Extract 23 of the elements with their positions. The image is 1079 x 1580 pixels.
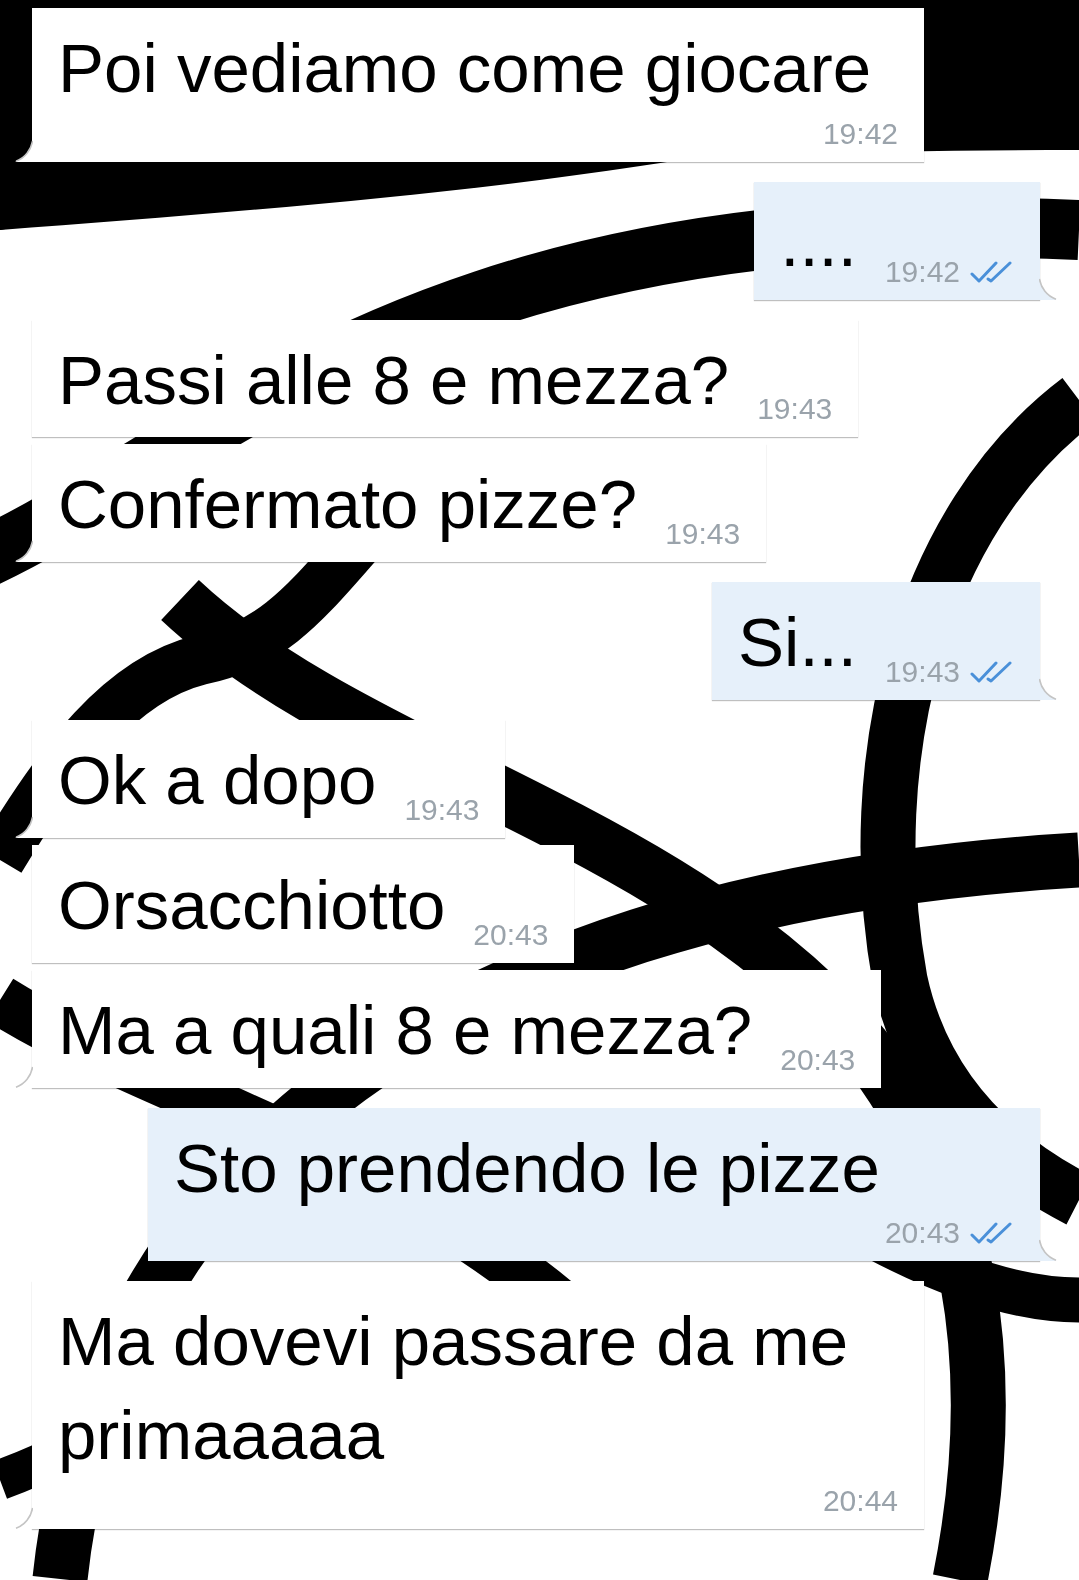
message-text: Ma a quali 8 e mezza? — [58, 990, 753, 1071]
message-time: 20:43 — [884, 1215, 960, 1252]
message-text: Ma dovevi passare da me primaaaaa — [58, 1302, 850, 1477]
message-text: Sto prendendo le pizze — [174, 1128, 880, 1209]
message-time: 20:43 — [473, 916, 549, 953]
double-check-icon — [970, 1221, 1014, 1246]
message-time: 19:42 — [822, 115, 898, 152]
message-text: Confermato pizze? — [58, 465, 638, 546]
message-text: Ok a dopo — [58, 741, 377, 822]
message-time: 19:43 — [404, 791, 480, 828]
message-text: Orsacchiotto — [58, 865, 446, 946]
message-text: .... — [780, 202, 857, 283]
message-text: Poi vediamo come giocare — [58, 29, 872, 109]
double-check-icon — [970, 259, 1014, 284]
message-time: 20:44 — [822, 1483, 898, 1520]
double-check-icon — [970, 660, 1014, 685]
message-text: Passi alle 8 e mezza? — [58, 340, 730, 421]
message-time: 19:43 — [757, 391, 833, 428]
message-time: 19:43 — [884, 654, 960, 691]
message-time: 19:42 — [884, 253, 960, 290]
message-time: 19:43 — [665, 516, 741, 553]
message-time: 20:43 — [780, 1041, 856, 1078]
message-text: Si... — [738, 603, 857, 684]
